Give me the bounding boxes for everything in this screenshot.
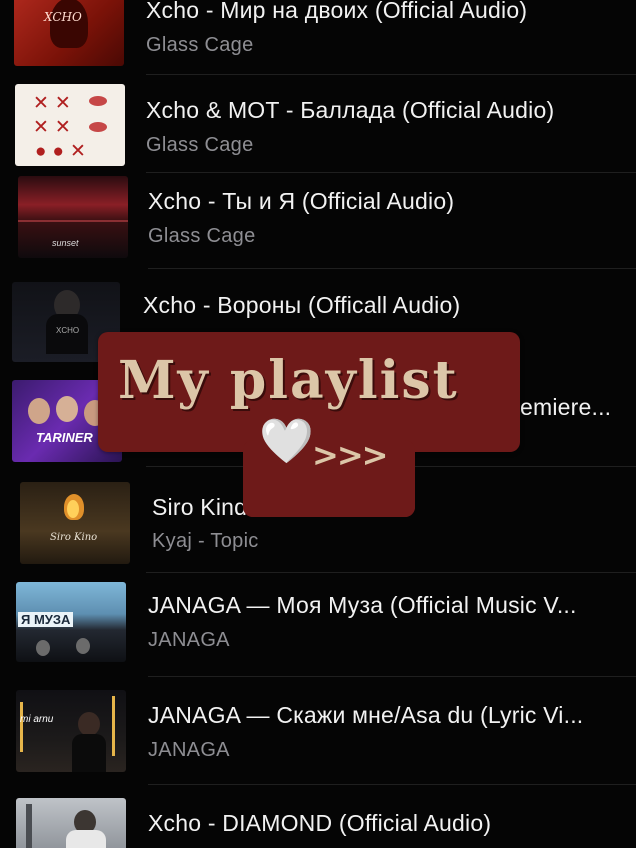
track-row[interactable]: sunset Xcho - Ты и Я (Official Audio) Gl… [0,172,636,266]
track-artist: Kyaj - Topic [152,530,259,552]
track-artist: JANAGA [148,629,230,651]
divider [148,676,636,677]
track-title: Xcho - DIAMOND (Official Audio) [148,810,492,836]
track-title: emiere... [520,394,612,420]
track-artist: JANAGA [148,739,230,761]
album-art-xx-kisses: ✕✕ ✕✕ ●●✕ [15,84,125,166]
track-artist: Glass Cage [146,34,254,56]
album-art-moya-muza: Я МУЗА [16,582,126,662]
album-art-sunset: sunset [18,176,128,258]
sticker-title: My playlist [118,350,459,411]
track-title: Siro Kind [152,494,248,520]
playlist-screen: XCHO Xcho - Мир на двоих (Official Audio… [0,0,636,848]
heart-icon: 🤍 [259,417,314,466]
arrows-icon: >>> [312,436,388,474]
track-row[interactable]: mi arnu JANAGA — Скажи мне/Asa du (Lyric… [0,680,636,788]
track-title: Xcho & MOT - Баллада (Official Audio) [146,97,555,123]
divider [146,74,636,75]
album-art-siro-kino: Siro Kino [20,482,130,564]
track-title: Xcho - Вороны (Officall Audio) [143,292,461,318]
track-title: JANAGA — Скажи мне/Asa du (Lyric Vi... [148,702,584,728]
album-art-diamond [16,798,126,848]
album-art-night-street: mi arnu [16,690,126,772]
track-title: JANAGA — Моя Муза (Official Music V... [148,592,577,618]
track-row[interactable]: XCHO Xcho - Мир на двоих (Official Audio… [0,0,636,90]
track-title: Xcho - Ты и Я (Official Audio) [148,188,455,214]
album-art-red-xcho: XCHO [14,0,124,66]
track-title: Xcho - Мир на двоих (Official Audio) [146,0,528,23]
track-row[interactable]: ✕✕ ✕✕ ●●✕ Xcho & MOT - Баллада (Official… [0,80,636,172]
track-artist: Glass Cage [146,134,254,156]
track-row[interactable]: Xcho - DIAMOND (Official Audio) [0,790,636,848]
divider [148,784,636,785]
track-row[interactable]: Я МУЗА JANAGA — Моя Муза (Official Music… [0,572,636,682]
track-artist: Glass Cage [148,225,256,247]
